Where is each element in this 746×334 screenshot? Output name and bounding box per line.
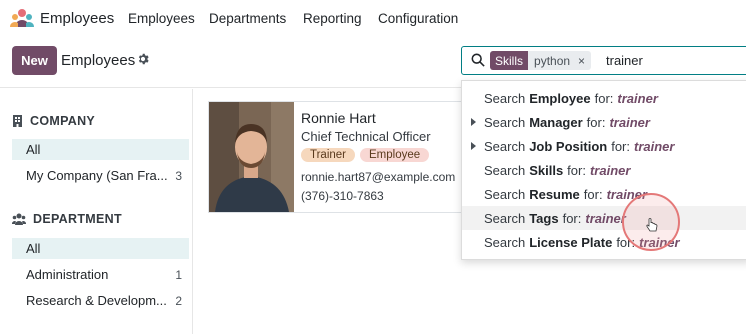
company-heading: COMPANY bbox=[12, 114, 95, 128]
search-autocomplete: Search Employee for: trainer Search Manager f… bbox=[461, 80, 746, 260]
company-item-count: 3 bbox=[175, 168, 182, 183]
autocomplete-field: Skills bbox=[529, 162, 564, 178]
company-item-my-company[interactable]: My Company (San Fra... 3 bbox=[12, 165, 189, 186]
tag-badge: Trainer bbox=[301, 148, 355, 162]
autocomplete-query: trainer bbox=[609, 114, 650, 130]
company-heading-label: COMPANY bbox=[30, 114, 96, 128]
department-item-count: 1 bbox=[175, 267, 182, 282]
department-item-administration[interactable]: Administration 1 bbox=[12, 264, 189, 285]
employee-phone: (376)-310-7863 bbox=[301, 189, 384, 203]
building-icon bbox=[13, 115, 22, 127]
autocomplete-suffix: for: bbox=[594, 90, 614, 106]
facet-label: Skills bbox=[490, 51, 529, 70]
autocomplete-query: trainer bbox=[589, 162, 631, 178]
employee-tags: Trainer Employee bbox=[301, 148, 430, 162]
company-item-label: All bbox=[26, 142, 41, 157]
facet-remove-icon[interactable]: × bbox=[576, 51, 591, 70]
autocomplete-field: Employee bbox=[529, 90, 591, 106]
menu-employees[interactable]: Employees bbox=[128, 11, 195, 26]
search-facet: Skills python × bbox=[490, 51, 592, 70]
autocomplete-query: trainer bbox=[617, 90, 658, 106]
employee-photo bbox=[209, 102, 294, 212]
autocomplete-suffix: for: bbox=[611, 138, 630, 154]
autocomplete-item-resume[interactable]: Search Resume for: trainer bbox=[462, 182, 746, 206]
autocomplete-suffix: for: bbox=[583, 186, 603, 202]
autocomplete-item-employee[interactable]: Search Employee for: trainer bbox=[462, 86, 746, 110]
autocomplete-field: Resume bbox=[529, 186, 580, 202]
app-logo-icon[interactable] bbox=[10, 8, 34, 28]
autocomplete-item-job-position[interactable]: Search Job Position for: trainer bbox=[462, 134, 746, 158]
autocomplete-prefix: Search bbox=[484, 162, 526, 178]
new-button[interactable]: New bbox=[12, 46, 57, 75]
department-item-count: 2 bbox=[175, 293, 182, 308]
employee-job-title: Chief Technical Officer bbox=[301, 129, 431, 144]
employee-card[interactable]: Ronnie Hart Chief Technical Officer Trai… bbox=[208, 101, 472, 213]
autocomplete-prefix: Search bbox=[484, 210, 526, 226]
autocomplete-item-license-plate[interactable]: Search License Plate for: trainer bbox=[462, 230, 746, 254]
company-item-all[interactable]: All bbox=[12, 139, 189, 160]
gear-icon[interactable] bbox=[137, 53, 149, 68]
autocomplete-prefix: Search bbox=[484, 138, 526, 154]
department-item-label: All bbox=[26, 241, 41, 256]
search-bar[interactable]: Skills python × trainer bbox=[461, 46, 746, 75]
autocomplete-item-tags[interactable]: Search Tags for: trainer bbox=[462, 206, 746, 230]
company-item-label: My Company (San Fra... bbox=[26, 168, 168, 183]
department-heading: DEPARTMENT bbox=[12, 212, 122, 226]
menu-reporting[interactable]: Reporting bbox=[303, 11, 362, 26]
top-navbar: Employees Employees Departments Reportin… bbox=[0, 0, 746, 38]
autocomplete-suffix: for: bbox=[586, 114, 606, 130]
department-item-research[interactable]: Research & Developm... 2 bbox=[12, 290, 189, 311]
tag-badge: Employee bbox=[360, 148, 430, 162]
autocomplete-suffix: for: bbox=[562, 210, 582, 226]
caret-right-icon[interactable] bbox=[471, 118, 476, 126]
autocomplete-prefix: Search bbox=[484, 186, 526, 202]
caret-right-icon[interactable] bbox=[471, 142, 476, 150]
autocomplete-prefix: Search bbox=[484, 234, 526, 250]
search-panel: COMPANY All My Company (San Fra... 3 DEP… bbox=[0, 89, 193, 334]
page-title: Employees bbox=[61, 52, 136, 69]
department-item-all[interactable]: All bbox=[12, 238, 189, 259]
autocomplete-suffix: for: bbox=[567, 162, 586, 178]
autocomplete-item-manager[interactable]: Search Manager for: trainer bbox=[462, 110, 746, 134]
app-name[interactable]: Employees bbox=[40, 10, 114, 27]
hand-pointer-icon bbox=[646, 218, 658, 232]
autocomplete-field: License Plate bbox=[529, 234, 613, 250]
autocomplete-field: Job Position bbox=[529, 138, 608, 154]
search-input[interactable]: trainer bbox=[606, 53, 643, 68]
menu-configuration[interactable]: Configuration bbox=[378, 11, 458, 26]
employee-name: Ronnie Hart bbox=[301, 110, 376, 126]
autocomplete-item-skills[interactable]: Search Skills for: trainer bbox=[462, 158, 746, 182]
department-item-label: Administration bbox=[26, 267, 109, 282]
autocomplete-query: trainer bbox=[585, 210, 626, 226]
users-icon bbox=[12, 213, 26, 225]
autocomplete-prefix: Search bbox=[484, 114, 526, 130]
autocomplete-query: trainer bbox=[634, 138, 675, 154]
search-icon bbox=[471, 53, 485, 67]
menu-departments[interactable]: Departments bbox=[209, 11, 286, 26]
department-heading-label: DEPARTMENT bbox=[33, 212, 122, 226]
department-item-label: Research & Developm... bbox=[26, 293, 167, 308]
facet-value: python bbox=[534, 53, 571, 68]
autocomplete-field: Tags bbox=[529, 210, 559, 226]
autocomplete-prefix: Search bbox=[484, 90, 526, 106]
autocomplete-field: Manager bbox=[529, 114, 583, 130]
employee-email: ronnie.hart87@example.com bbox=[301, 170, 456, 184]
